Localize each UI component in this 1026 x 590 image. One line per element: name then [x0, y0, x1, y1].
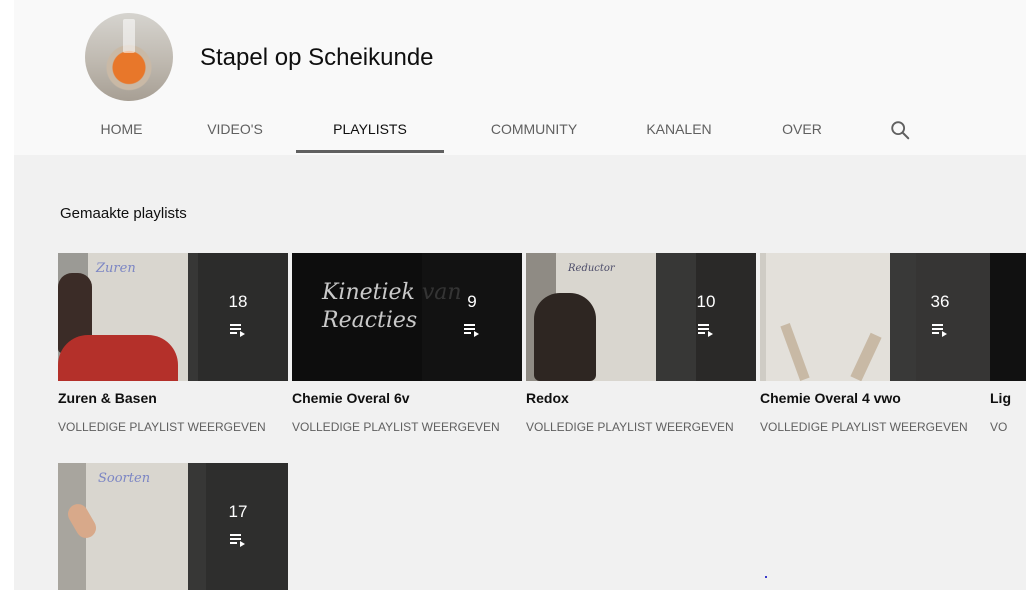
tab-community[interactable]: COMMUNITY	[474, 105, 594, 153]
view-full-playlist-link[interactable]: VOLLEDIGE PLAYLIST WEERGEVEN	[760, 420, 968, 434]
playlist-thumbnail[interactable]: 36	[760, 253, 990, 381]
tab-videos[interactable]: VIDEO'S	[190, 105, 280, 153]
playlist-overlay: 18	[188, 253, 288, 381]
channel-header: Stapel op Scheikunde HOME VIDEO'S PLAYLI…	[14, 0, 1026, 155]
video-count: 18	[228, 292, 248, 311]
playlist-thumbnail[interactable]: Soorten 17	[58, 463, 288, 590]
playlist-overlay: 9	[422, 253, 522, 381]
playlist-title[interactable]: Redox	[526, 390, 569, 406]
playlist-title[interactable]: Chemie Overal 6v	[292, 390, 410, 406]
channel-avatar[interactable]	[85, 13, 173, 101]
video-count: 36	[930, 292, 950, 311]
video-count: 10	[696, 292, 716, 311]
playlist-title[interactable]: Lig	[990, 390, 1011, 406]
thumb-text: Reductor	[568, 263, 615, 274]
playlist-thumbnail[interactable]: Kinetiek van Reacties 9	[292, 253, 522, 381]
section-title: Gemaakte playlists	[60, 205, 187, 222]
playlist-thumbnail[interactable]: Reductor 10	[526, 253, 756, 381]
video-count: 17	[228, 502, 248, 521]
playlist-overlay: 36	[890, 253, 990, 381]
tab-home[interactable]: HOME	[79, 105, 164, 153]
thumb-text: Soorten	[98, 471, 151, 486]
channel-tabs: HOME VIDEO'S PLAYLISTS COMMUNITY KANALEN…	[14, 105, 1026, 155]
channel-title: Stapel op Scheikunde	[200, 44, 434, 71]
view-full-playlist-link[interactable]: VOLLEDIGE PLAYLIST WEERGEVEN	[58, 420, 266, 434]
search-icon[interactable]	[889, 119, 911, 141]
playlist-play-icon	[230, 324, 245, 337]
playlist-thumbnail[interactable]	[990, 253, 1026, 381]
video-count: 9	[467, 292, 477, 311]
view-full-playlist-link[interactable]: VOLLEDIGE PLAYLIST WEERGEVEN	[292, 420, 500, 434]
tab-kanalen[interactable]: KANALEN	[629, 105, 729, 153]
playlists-content: Gemaakte playlists Zuren 18 Zuren & Base…	[14, 155, 1026, 590]
thumb-text: Zuren	[96, 261, 136, 276]
view-full-playlist-link[interactable]: VO	[990, 420, 1007, 434]
playlist-thumbnail[interactable]: Zuren 18	[58, 253, 288, 381]
tab-over[interactable]: OVER	[762, 105, 842, 153]
playlist-play-icon	[932, 324, 947, 337]
playlist-overlay: 10	[656, 253, 756, 381]
tab-playlists[interactable]: PLAYLISTS	[296, 105, 444, 153]
view-full-playlist-link[interactable]: VOLLEDIGE PLAYLIST WEERGEVEN	[526, 420, 734, 434]
playlist-play-icon	[698, 324, 713, 337]
stray-dot	[765, 576, 767, 578]
playlist-play-icon	[230, 534, 245, 547]
playlist-overlay: 17	[188, 463, 288, 590]
playlist-title[interactable]: Zuren & Basen	[58, 390, 157, 406]
playlist-play-icon	[464, 324, 479, 337]
playlist-title[interactable]: Chemie Overal 4 vwo	[760, 390, 901, 406]
